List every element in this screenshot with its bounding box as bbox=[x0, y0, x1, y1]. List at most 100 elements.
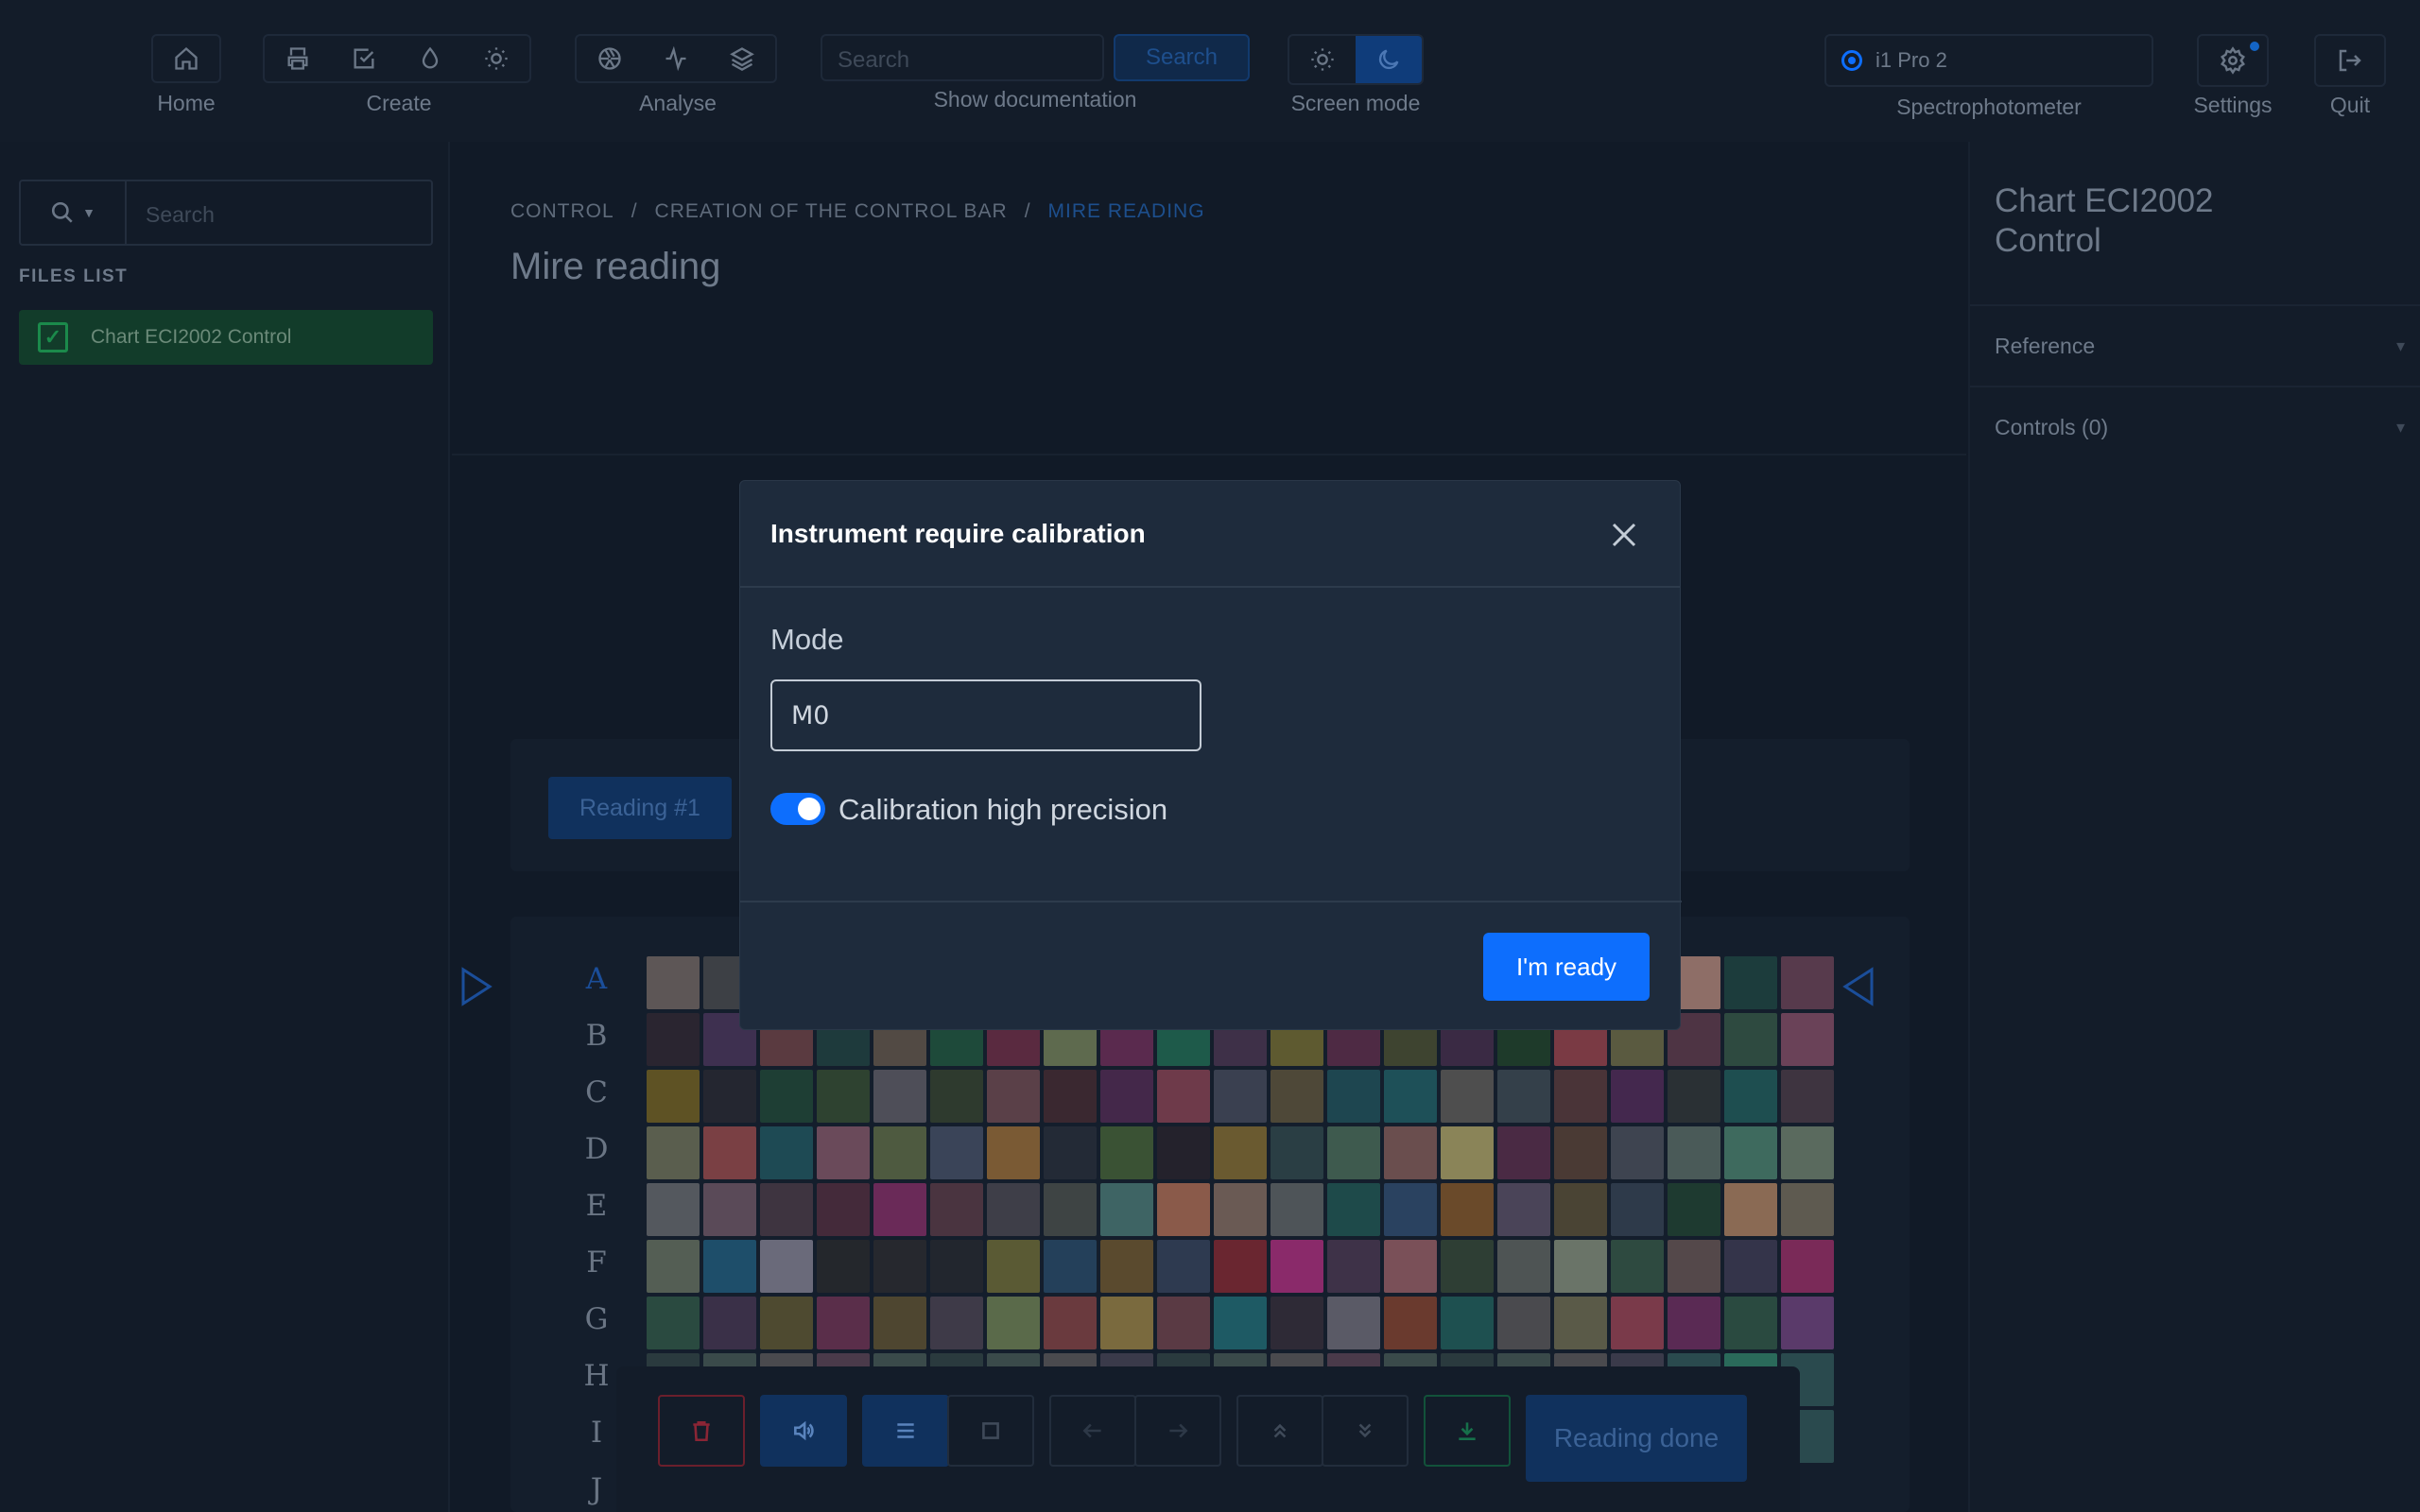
color-patch bbox=[1668, 1297, 1720, 1349]
color-patch bbox=[873, 1240, 926, 1293]
settings-label: Settings bbox=[2193, 93, 2273, 117]
ready-button[interactable]: I'm ready bbox=[1483, 933, 1650, 1001]
screen-mode-label: Screen mode bbox=[1290, 91, 1421, 115]
ink-button[interactable] bbox=[397, 36, 463, 81]
print-button[interactable] bbox=[265, 36, 331, 81]
color-patch bbox=[760, 1183, 813, 1236]
settings-button[interactable] bbox=[2197, 34, 2269, 87]
home-button[interactable] bbox=[153, 36, 219, 81]
color-patch bbox=[1441, 1240, 1494, 1293]
gear-icon bbox=[2221, 46, 2245, 75]
color-patch bbox=[1270, 1183, 1323, 1236]
row-label: H bbox=[583, 1359, 610, 1393]
reading-done-button[interactable]: Reading done bbox=[1526, 1395, 1747, 1482]
color-patch bbox=[1668, 1070, 1720, 1123]
color-patch bbox=[1327, 1183, 1380, 1236]
color-patch bbox=[1100, 1240, 1153, 1293]
row-label: G bbox=[584, 1302, 609, 1336]
row-label: D bbox=[584, 1132, 609, 1166]
curve-button[interactable] bbox=[643, 36, 709, 81]
sun-icon bbox=[485, 47, 508, 70]
color-patch bbox=[987, 1126, 1040, 1179]
light-button[interactable] bbox=[463, 36, 529, 81]
color-patch bbox=[873, 1183, 926, 1236]
color-patch bbox=[1384, 1183, 1437, 1236]
reading-tab[interactable]: Reading #1 bbox=[548, 777, 732, 839]
color-patch bbox=[1781, 1183, 1834, 1236]
color-patch bbox=[647, 1297, 700, 1349]
breadcrumb-separator: / bbox=[631, 200, 638, 222]
color-patch bbox=[1157, 1297, 1210, 1349]
row-up-button[interactable] bbox=[1236, 1395, 1323, 1467]
trash-icon bbox=[693, 1421, 710, 1442]
color-patch bbox=[1157, 1183, 1210, 1236]
color-patch bbox=[1327, 1297, 1380, 1349]
divider bbox=[452, 454, 1966, 455]
create-label: Create bbox=[366, 91, 432, 115]
page-title: Mire reading bbox=[510, 246, 721, 287]
files-search-input[interactable]: Search bbox=[127, 181, 431, 244]
color-patch bbox=[930, 1183, 983, 1236]
color-patch bbox=[1554, 1183, 1607, 1236]
color-patch bbox=[1781, 1013, 1834, 1066]
color-patch bbox=[1270, 1240, 1323, 1293]
color-patch bbox=[987, 1297, 1040, 1349]
color-patch bbox=[873, 1126, 926, 1179]
color-patch bbox=[1100, 1070, 1153, 1123]
row-label: F bbox=[586, 1246, 607, 1280]
color-patch bbox=[1044, 1070, 1097, 1123]
modal-close-button[interactable] bbox=[1610, 521, 1638, 549]
row-down-button[interactable] bbox=[1322, 1395, 1409, 1467]
color-patch bbox=[1497, 1183, 1550, 1236]
instrument-select[interactable]: i1 Pro 2 bbox=[1824, 34, 2153, 87]
control-button[interactable] bbox=[331, 36, 397, 81]
light-mode-button[interactable] bbox=[1289, 36, 1356, 83]
modal-title: Instrument require calibration bbox=[770, 518, 1146, 548]
color-patch bbox=[930, 1126, 983, 1179]
previous-button[interactable] bbox=[1049, 1395, 1136, 1467]
notification-dot bbox=[2250, 42, 2259, 51]
breadcrumb-control[interactable]: CONTROL bbox=[510, 200, 614, 223]
doc-search-button[interactable]: Search bbox=[1114, 34, 1250, 81]
color-patch bbox=[817, 1183, 870, 1236]
quit-button[interactable] bbox=[2314, 34, 2386, 87]
color-patch bbox=[1668, 1126, 1720, 1179]
files-search: ▼ Search bbox=[19, 180, 433, 246]
color-patch bbox=[647, 956, 700, 1009]
file-item[interactable]: ✓ Chart ECI2002 Control bbox=[19, 310, 433, 365]
doc-search-input[interactable]: Search bbox=[821, 34, 1104, 81]
single-view-button[interactable] bbox=[947, 1395, 1034, 1467]
breadcrumb: CONTROL / CREATION OF THE CONTROL BAR / … bbox=[510, 200, 1205, 223]
dark-mode-button[interactable] bbox=[1356, 36, 1422, 83]
color-patch bbox=[1781, 1297, 1834, 1349]
color-patch bbox=[1611, 1240, 1664, 1293]
instrument-radio[interactable] bbox=[1841, 50, 1862, 71]
droplet-icon bbox=[422, 46, 439, 69]
breadcrumb-creation[interactable]: CREATION OF THE CONTROL BAR bbox=[655, 200, 1008, 223]
breadcrumb-separator: / bbox=[1024, 200, 1031, 222]
modal-header: Instrument require calibration bbox=[740, 481, 1680, 588]
reference-accordion[interactable]: Reference ▾ bbox=[1970, 304, 2420, 386]
delete-button[interactable] bbox=[658, 1395, 745, 1467]
download-button[interactable] bbox=[1424, 1395, 1511, 1467]
color-patch bbox=[1724, 1297, 1777, 1349]
top-toolbar: Home Create Analyse Search Search Show d… bbox=[0, 0, 2420, 142]
gamut-button[interactable] bbox=[577, 36, 643, 81]
color-patch bbox=[817, 1297, 870, 1349]
color-patch bbox=[1384, 1240, 1437, 1293]
color-patch bbox=[1668, 1240, 1720, 1293]
search-filter-dropdown[interactable]: ▼ bbox=[21, 181, 127, 244]
printer-icon bbox=[287, 47, 308, 70]
files-list-title: FILES LIST bbox=[19, 266, 129, 286]
row-label: J bbox=[590, 1472, 603, 1506]
sound-button[interactable] bbox=[760, 1395, 847, 1467]
bottom-action-bar: Reading done bbox=[616, 1366, 1800, 1512]
color-patch bbox=[1668, 1183, 1720, 1236]
layers-button[interactable] bbox=[709, 36, 775, 81]
controls-accordion[interactable]: Controls (0) ▾ bbox=[1970, 386, 2420, 467]
check-square-icon bbox=[354, 48, 374, 69]
high-precision-toggle[interactable] bbox=[770, 793, 825, 825]
next-button[interactable] bbox=[1134, 1395, 1221, 1467]
mode-select[interactable]: M0 bbox=[770, 679, 1201, 751]
list-view-button[interactable] bbox=[862, 1395, 949, 1467]
